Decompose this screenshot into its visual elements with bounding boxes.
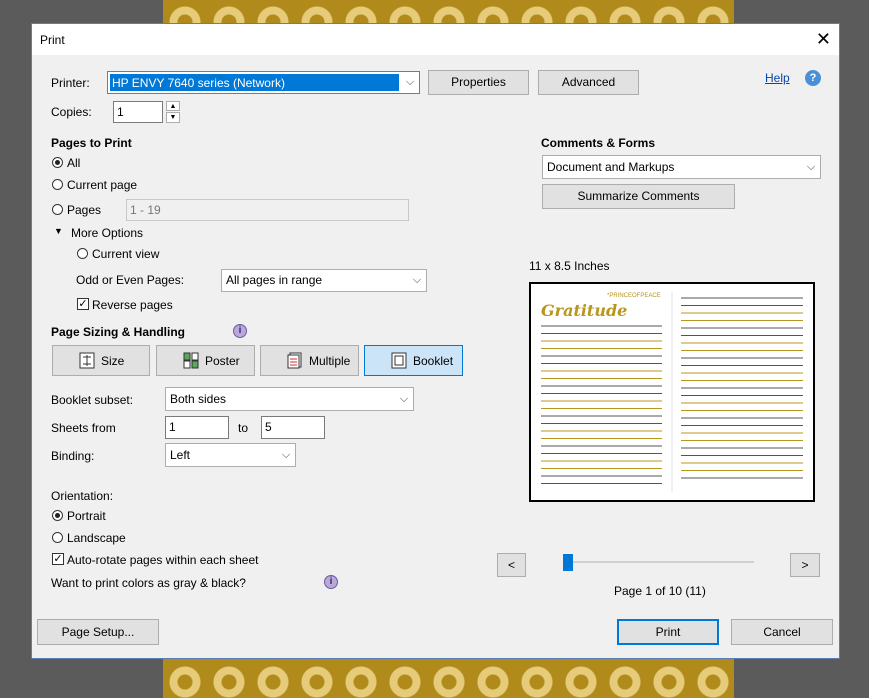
multiple-label: Multiple [309,354,351,368]
spin-down-icon[interactable]: ▼ [166,112,180,123]
poster-icon [183,352,199,369]
triangle-down-icon[interactable]: ▼ [54,226,63,236]
auto-rotate-checkbox[interactable]: ✓ [52,553,64,565]
chevron-down-icon: ⌵ [806,161,816,173]
close-icon[interactable]: ✕ [816,28,831,50]
sheets-from-label: Sheets from [51,421,116,435]
landscape-radio[interactable] [52,532,63,543]
page-info: Page 1 of 10 (11) [614,584,706,598]
next-page-button[interactable]: > [790,553,820,577]
sheets-to-label: to [238,421,249,435]
prev-page-button[interactable]: < [497,553,526,577]
window-title: Print [40,33,65,47]
poster-button[interactable]: Poster [156,345,255,376]
page-sizing-heading: Page Sizing & Handling [51,325,186,339]
odd-even-value: All pages in range [226,273,323,287]
title-bar: Print ✕ [32,24,839,55]
chevron-down-icon: ⌵ [412,274,422,286]
binding-value: Left [170,448,191,462]
page-setup-button[interactable]: Page Setup... [37,619,159,645]
booklet-subset-value: Both sides [170,392,227,406]
landscape-label: Landscape [67,531,126,545]
comments-forms-heading: Comments & Forms [541,136,656,150]
preview-title: Gratitude [541,301,627,320]
pages-label: Pages [67,203,102,217]
printer-select[interactable]: HP ENVY 7640 series (Network) ⌵ [107,71,420,94]
odd-even-label: Odd or Even Pages: [76,273,185,287]
copies-input[interactable]: 1 [113,101,163,123]
comments-forms-select[interactable]: Document and Markups ⌵ [542,155,821,179]
info-icon[interactable]: i [324,575,338,589]
printer-select-value: HP ENVY 7640 series (Network) [112,76,285,90]
paper-size-label: 11 x 8.5 Inches [529,259,610,273]
size-button[interactable]: Size [52,345,150,376]
pages-range-input[interactable]: 1 - 19 [126,199,409,221]
booklet-label: Booklet [413,354,454,368]
portrait-radio[interactable] [52,510,63,521]
size-label: Size [101,354,125,368]
reverse-pages-checkbox[interactable]: ✓ [77,298,89,310]
odd-even-select[interactable]: All pages in range ⌵ [221,269,427,292]
booklet-icon [391,352,407,369]
print-dialog: Print ✕ Printer: HP ENVY 7640 series (Ne… [31,23,840,659]
booklet-subset-label: Booklet subset: [51,393,134,407]
chevron-down-icon: ⌵ [405,76,415,88]
portrait-label: Portrait [67,509,106,523]
preview-tag: *PRINCEOFPEACE [607,293,661,299]
chevron-down-icon: ⌵ [281,449,291,461]
pages-radio[interactable] [52,204,63,215]
binding-label: Binding: [51,449,95,463]
chevron-down-icon: ⌵ [399,393,409,405]
summarize-comments-button[interactable]: Summarize Comments [542,184,735,209]
advanced-button[interactable]: Advanced [538,70,639,95]
gray-question-label: Want to print colors as gray & black? [51,576,246,590]
multiple-icon [287,352,302,369]
print-preview: Gratitude *PRINCEOFPEACE [529,282,815,502]
comments-forms-value: Document and Markups [547,160,675,174]
printer-label: Printer: [51,76,90,90]
auto-rotate-label: Auto-rotate pages within each sheet [67,553,259,567]
page-slider-thumb[interactable] [563,554,573,571]
preview-page: Gratitude *PRINCEOFPEACE [531,284,813,500]
booklet-subset-select[interactable]: Both sides ⌵ [165,387,414,411]
multiple-button[interactable]: Multiple [260,345,359,376]
properties-button[interactable]: Properties [428,70,529,95]
current-page-label: Current page [67,178,138,192]
size-icon [79,352,95,369]
more-options-toggle[interactable]: More Options [71,226,143,240]
help-icon[interactable]: ? [805,70,821,86]
current-page-radio[interactable] [52,179,63,190]
copies-spinner[interactable]: ▲ ▼ [166,101,180,123]
all-label: All [67,156,81,170]
page-slider-track[interactable] [567,561,754,563]
booklet-button[interactable]: Booklet [364,345,463,376]
all-radio[interactable] [52,157,63,168]
help-link[interactable]: Help [765,71,790,85]
sheets-to-input[interactable]: 5 [261,416,325,439]
current-view-radio[interactable] [77,248,88,259]
reverse-pages-label: Reverse pages [92,298,173,312]
print-button[interactable]: Print [617,619,719,645]
poster-label: Poster [205,354,240,368]
binding-select[interactable]: Left ⌵ [165,443,296,467]
spin-up-icon[interactable]: ▲ [166,101,180,111]
sheets-from-input[interactable]: 1 [165,416,229,439]
info-icon[interactable]: i [233,324,247,338]
pages-to-print-heading: Pages to Print [51,136,132,150]
copies-label: Copies: [51,105,92,119]
cancel-button[interactable]: Cancel [731,619,833,645]
current-view-label: Current view [92,247,160,261]
orientation-label: Orientation: [51,489,114,503]
